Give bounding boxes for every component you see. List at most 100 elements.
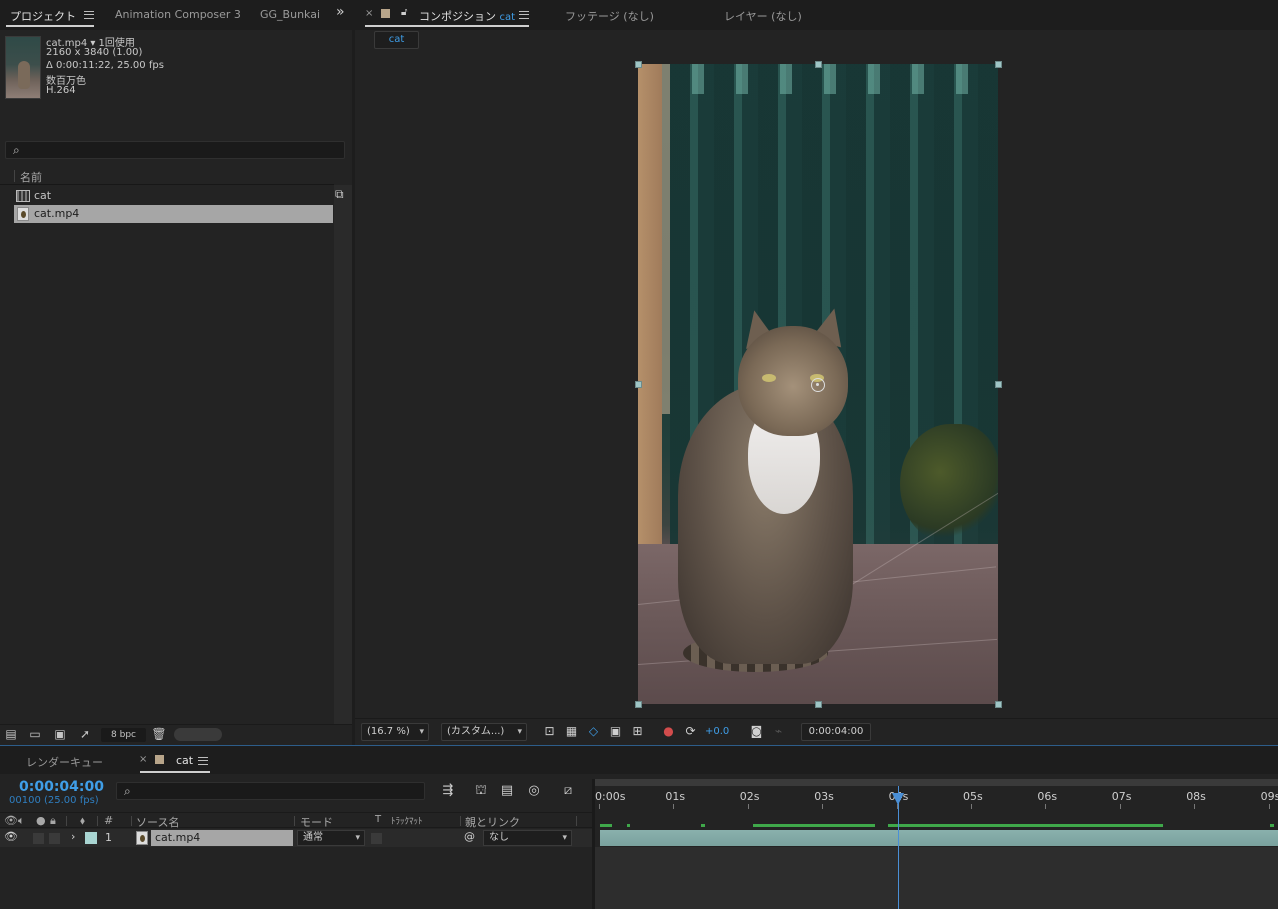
thumbnail-size-slider[interactable] [174, 728, 222, 741]
blend-mode-dropdown[interactable]: 通常 ▾ [297, 830, 365, 846]
footage-thumbnail [5, 36, 41, 99]
preserve-transparency-toggle[interactable] [371, 833, 382, 844]
project-item-cat-mp4[interactable]: cat.mp4 [14, 205, 333, 223]
speaker-icon[interactable]: 🔈︎ [18, 814, 25, 828]
tab-composition[interactable]: コンポジション cat [419, 8, 515, 24]
comp-breadcrumb[interactable]: cat [374, 31, 419, 49]
ruler-tick [822, 804, 824, 809]
tab-project[interactable]: プロジェクト [10, 8, 76, 24]
region-of-interest-icon[interactable]: ▣ [608, 724, 623, 739]
transform-handle-bc[interactable] [815, 701, 822, 708]
ruler-label: 02s [739, 790, 760, 803]
tab-timeline-cat[interactable]: cat [176, 754, 193, 767]
channels-icon[interactable]: ● [661, 724, 676, 739]
close-timeline-tab-icon[interactable]: × [139, 754, 147, 765]
project-item-cat[interactable]: cat [14, 187, 333, 205]
tab-animation-composer[interactable]: Animation Composer 3 [115, 8, 241, 21]
expand-chevron-icon[interactable]: › [71, 830, 75, 843]
tab-composition-name: cat [499, 12, 516, 23]
tab-gg-bunkai[interactable]: GG_Bunkai [260, 8, 320, 21]
panel-overflow-icon[interactable]: » [336, 4, 345, 20]
grid-guides-icon[interactable]: ⊞ [630, 724, 645, 739]
transform-handle-ml[interactable] [635, 381, 642, 388]
column-number[interactable]: # [104, 814, 113, 827]
column-t[interactable]: T [375, 814, 381, 825]
exposure-reset-icon[interactable]: ⟳ [683, 724, 698, 739]
transform-handle-bl[interactable] [635, 701, 642, 708]
show-snapshot-icon[interactable]: ⌁ [771, 724, 786, 739]
label-tag-icon[interactable]: ⬧ [80, 814, 85, 828]
column-mode[interactable]: モード [300, 814, 333, 830]
anchor-point-icon[interactable] [811, 378, 825, 392]
new-folder-icon[interactable]: ▭ [27, 728, 43, 741]
parent-dropdown[interactable]: なし ▾ [483, 830, 572, 846]
composition-viewer[interactable] [355, 52, 1278, 718]
comp-tabbar: × 🔓︎ コンポジション cat フッテージ (なし) レイヤー (なし) [355, 0, 1278, 30]
project-search-input[interactable]: ⌕ [5, 141, 345, 159]
layer-number: 1 [105, 831, 112, 844]
eye-icon[interactable]: 👁︎ [4, 814, 18, 827]
send-to-render-icon[interactable]: ➚ [77, 728, 93, 741]
layer-row[interactable]: 👁︎ › 1 cat.mp4 通常 ▾ @ なし ▾ [0, 829, 592, 847]
transform-handle-tl[interactable] [635, 61, 642, 68]
transform-handle-br[interactable] [995, 701, 1002, 708]
column-track-matte[interactable]: ﾄﾗｯｸﾏｯﾄ [391, 814, 423, 827]
tab-render-queue[interactable]: レンダーキュー [26, 754, 103, 770]
project-menu-icon[interactable] [84, 11, 94, 19]
resolution-dropdown[interactable]: (カスタム...) ▾ [441, 723, 527, 741]
column-parent[interactable]: 親とリンク [465, 814, 520, 830]
comp-menu-icon[interactable] [519, 11, 529, 19]
chevron-down-icon: ▾ [419, 727, 424, 737]
shy-layers-icon[interactable]: ⛫ [472, 783, 490, 799]
header-divider [14, 170, 15, 182]
transform-handle-tr[interactable] [995, 61, 1002, 68]
lock-icon[interactable]: 🔒︎ [50, 814, 56, 828]
zoom-dropdown[interactable]: (16.7 %) ▾ [361, 723, 429, 741]
layer-label-color[interactable] [85, 832, 97, 844]
column-source-name[interactable]: ソース名 [136, 814, 179, 830]
graph-editor-icon[interactable]: ⧄ [559, 783, 577, 799]
cache-segment [701, 824, 705, 827]
layer-duration-bar[interactable] [600, 830, 1278, 846]
motion-blur-icon[interactable]: ◎ [525, 783, 543, 799]
exposure-value[interactable]: +0.0 [705, 726, 729, 737]
ruler-tick [747, 804, 749, 809]
tab-footage[interactable]: フッテージ (なし) [565, 8, 654, 24]
timeline-search-input[interactable]: ⌕ [116, 782, 425, 800]
layer-lock-toggle[interactable] [49, 833, 60, 844]
transform-handle-tc[interactable] [815, 61, 822, 68]
mask-visibility-icon[interactable]: ◇ [586, 724, 601, 739]
project-list-header: 名前 [0, 167, 334, 185]
layer-visibility-icon[interactable]: 👁︎ [4, 830, 18, 843]
current-time-display[interactable]: 0:00:04:00 [19, 779, 104, 795]
fast-previews-icon[interactable]: ⊡ [542, 724, 557, 739]
frame-blending-icon[interactable]: ▤ [498, 783, 516, 799]
timeline-menu-icon[interactable] [198, 757, 208, 765]
viewer-timecode[interactable]: 0:00:04:00 [801, 723, 871, 741]
interpret-footage-icon[interactable]: ▤ [3, 728, 19, 741]
project-scrollbar[interactable]: ⧉ [334, 185, 352, 725]
tab-layer[interactable]: レイヤー (なし) [724, 8, 802, 24]
flowchart-icon[interactable]: ⧉ [335, 187, 344, 202]
blend-mode-value: 通常 [303, 832, 323, 843]
layer-source-name[interactable]: cat.mp4 [151, 830, 293, 846]
pickwhip-icon[interactable]: @ [464, 830, 475, 843]
time-ruler[interactable]: 0:00s01s02s03s04s05s06s07s08s09s [595, 779, 1278, 827]
bit-depth-button[interactable]: 8 bpc [101, 728, 146, 742]
close-comp-tab-icon[interactable]: × [365, 8, 373, 19]
solo-icon[interactable]: ● [36, 814, 46, 827]
trash-icon[interactable]: 🗑 [151, 728, 167, 741]
lock-icon[interactable]: 🔓︎ [401, 7, 407, 18]
transparency-grid-icon[interactable]: ▦ [564, 724, 579, 739]
comp-color-swatch [381, 9, 390, 18]
camera-icon[interactable]: ◙ [749, 724, 764, 739]
comp-flowchart-icon[interactable]: ⇶ [439, 783, 457, 799]
ruler-label: 07s [1111, 790, 1132, 803]
layer-solo-toggle[interactable] [33, 833, 44, 844]
playhead-handle[interactable] [892, 793, 904, 805]
column-name[interactable]: 名前 [20, 169, 42, 185]
work-area-bar[interactable] [595, 779, 1278, 786]
new-composition-icon[interactable]: ▣ [52, 728, 68, 741]
transform-handle-mr[interactable] [995, 381, 1002, 388]
timeline-empty-area[interactable] [595, 847, 1278, 909]
